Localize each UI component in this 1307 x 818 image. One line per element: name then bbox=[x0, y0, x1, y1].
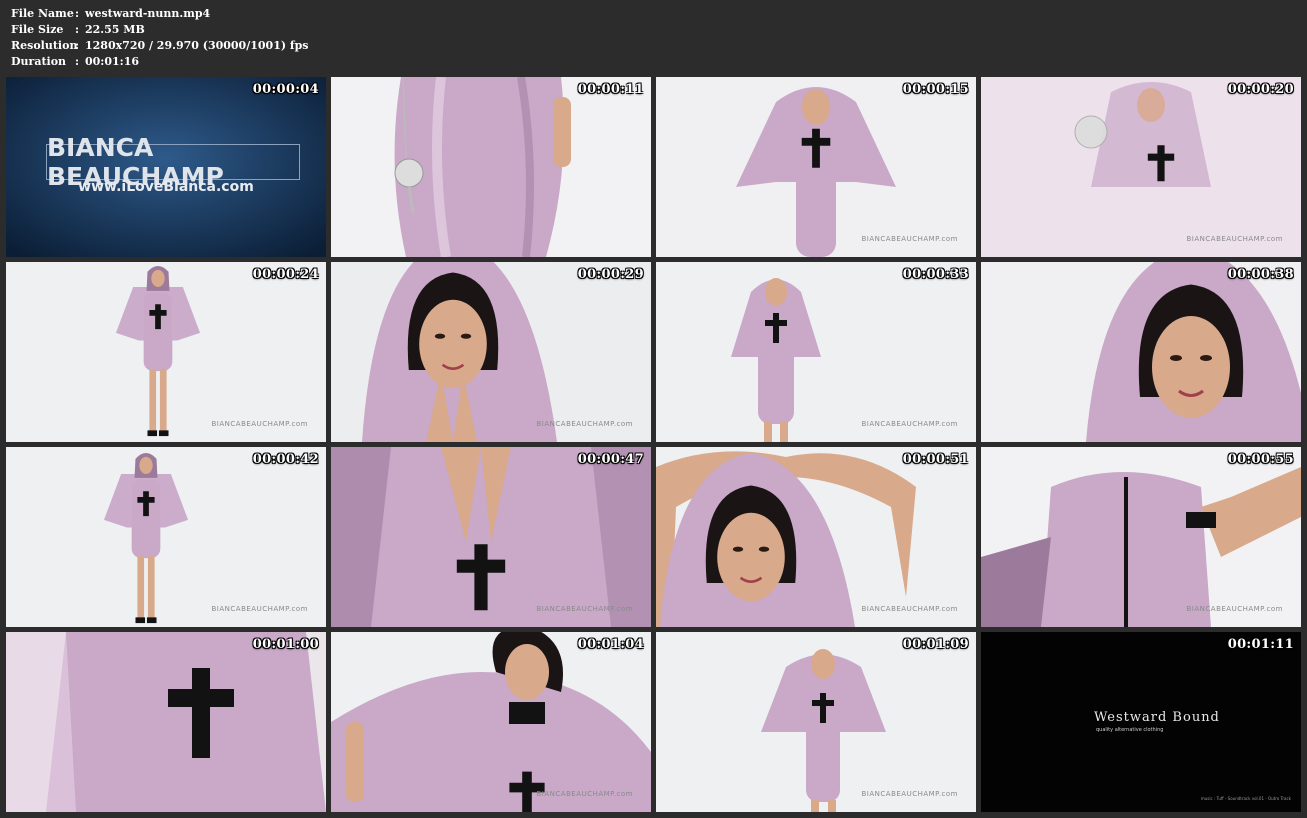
timestamp: 00:00:51 bbox=[902, 452, 969, 467]
video-thumbnail[interactable]: BIANCABEAUCHAMP.com 00:00:55 bbox=[981, 447, 1301, 627]
frame-image bbox=[331, 262, 651, 442]
separator: : bbox=[75, 7, 80, 20]
end-logo: Westward Bound bbox=[1094, 710, 1220, 725]
duration-row: Duration : 00:01:16 bbox=[11, 54, 309, 70]
video-thumbnail[interactable]: 00:01:00 bbox=[6, 632, 326, 812]
timestamp: 00:00:42 bbox=[252, 452, 319, 467]
video-thumbnail[interactable]: BIANCABEAUCHAMP.com 00:00:47 bbox=[331, 447, 651, 627]
video-thumbnail[interactable]: BIANCABEAUCHAMP.com 00:00:29 bbox=[331, 262, 651, 442]
frame-image bbox=[656, 262, 976, 442]
file-size-row: File Size : 22.55 MB bbox=[11, 22, 309, 38]
watermark: BIANCABEAUCHAMP.com bbox=[861, 235, 958, 243]
separator: : bbox=[75, 39, 80, 52]
video-thumbnail[interactable]: BIANCABEAUCHAMP.com 00:00:51 bbox=[656, 447, 976, 627]
timestamp: 00:00:47 bbox=[577, 452, 644, 467]
watermark: BIANCABEAUCHAMP.com bbox=[211, 420, 308, 428]
frame-image bbox=[331, 632, 651, 812]
frame-image bbox=[981, 262, 1301, 442]
file-info-panel: File Name : westward-nunn.mp4 File Size … bbox=[11, 6, 309, 70]
watermark: BIANCABEAUCHAMP.com bbox=[536, 790, 633, 798]
end-tagline: quality alternative clothing bbox=[1096, 727, 1164, 733]
duration-value: 00:01:16 bbox=[85, 55, 140, 68]
frame-image bbox=[6, 447, 326, 627]
frame-image bbox=[656, 447, 976, 627]
file-name-value: westward-nunn.mp4 bbox=[85, 7, 211, 20]
frame-image bbox=[6, 262, 326, 442]
timestamp: 00:00:55 bbox=[1227, 452, 1294, 467]
brand-title: BIANCA BEAUCHAMP bbox=[46, 133, 300, 191]
timestamp: 00:00:15 bbox=[902, 82, 969, 97]
resolution-row: Resolution : 1280x720 / 29.970 (30000/10… bbox=[11, 38, 309, 54]
separator: : bbox=[75, 23, 80, 36]
timestamp: 00:01:00 bbox=[252, 637, 319, 652]
watermark: BIANCABEAUCHAMP.com bbox=[1186, 235, 1283, 243]
file-name-label: File Name bbox=[11, 7, 74, 20]
timestamp: 00:00:04 bbox=[252, 82, 319, 97]
frame-image bbox=[656, 77, 976, 257]
timestamp: 00:01:04 bbox=[577, 637, 644, 652]
video-thumbnail[interactable]: BIANCABEAUCHAMP.com 00:00:42 bbox=[6, 447, 326, 627]
timestamp: 00:01:11 bbox=[1227, 637, 1294, 652]
thumbnail-grid: BIANCA BEAUCHAMP www.iLoveBianca.com 00:00… bbox=[6, 77, 1302, 813]
resolution-label: Resolution bbox=[11, 39, 78, 52]
video-thumbnail[interactable]: 00:00:38 bbox=[981, 262, 1301, 442]
video-thumbnail[interactable]: BIANCABEAUCHAMP.com 00:01:04 bbox=[331, 632, 651, 812]
timestamp: 00:00:38 bbox=[1227, 267, 1294, 282]
video-thumbnail[interactable]: BIANCABEAUCHAMP.com 00:00:24 bbox=[6, 262, 326, 442]
watermark: BIANCABEAUCHAMP.com bbox=[861, 790, 958, 798]
watermark: BIANCABEAUCHAMP.com bbox=[211, 605, 308, 613]
file-size-value: 22.55 MB bbox=[85, 23, 145, 36]
frame-image bbox=[331, 77, 651, 257]
timestamp: 00:00:29 bbox=[577, 267, 644, 282]
frame-image bbox=[981, 77, 1301, 257]
separator: : bbox=[75, 55, 80, 68]
duration-label: Duration bbox=[11, 55, 67, 68]
video-thumbnail[interactable]: 00:00:11 bbox=[331, 77, 651, 257]
timestamp: 00:01:09 bbox=[902, 637, 969, 652]
watermark: BIANCABEAUCHAMP.com bbox=[1186, 605, 1283, 613]
frame-image bbox=[6, 632, 326, 812]
watermark: BIANCABEAUCHAMP.com bbox=[536, 420, 633, 428]
video-thumbnail[interactable]: BIANCABEAUCHAMP.com 00:00:15 bbox=[656, 77, 976, 257]
watermark: BIANCABEAUCHAMP.com bbox=[861, 420, 958, 428]
resolution-value: 1280x720 / 29.970 (30000/1001) fps bbox=[85, 39, 309, 52]
video-thumbnail[interactable]: BIANCABEAUCHAMP.com 00:00:20 bbox=[981, 77, 1301, 257]
brand-url: www.iLoveBianca.com bbox=[78, 179, 254, 195]
video-thumbnail[interactable]: BIANCABEAUCHAMP.com 00:01:09 bbox=[656, 632, 976, 812]
frame-image bbox=[981, 447, 1301, 627]
frame-image bbox=[656, 632, 976, 812]
watermark: BIANCABEAUCHAMP.com bbox=[861, 605, 958, 613]
file-size-label: File Size bbox=[11, 23, 64, 36]
video-thumbnail[interactable]: Westward Bound quality alternative clothi… bbox=[981, 632, 1301, 812]
timestamp: 00:00:24 bbox=[252, 267, 319, 282]
video-thumbnail[interactable]: BIANCABEAUCHAMP.com 00:00:33 bbox=[656, 262, 976, 442]
timestamp: 00:00:11 bbox=[577, 82, 644, 97]
watermark: BIANCABEAUCHAMP.com bbox=[536, 605, 633, 613]
file-name-row: File Name : westward-nunn.mp4 bbox=[11, 6, 309, 22]
frame-image bbox=[331, 447, 651, 627]
timestamp: 00:00:20 bbox=[1227, 82, 1294, 97]
video-thumbnail[interactable]: BIANCA BEAUCHAMP www.iLoveBianca.com 00:00… bbox=[6, 77, 326, 257]
end-credit: music : Tuff - Soundtrack vol.01 - Outro… bbox=[1200, 796, 1291, 801]
timestamp: 00:00:33 bbox=[902, 267, 969, 282]
